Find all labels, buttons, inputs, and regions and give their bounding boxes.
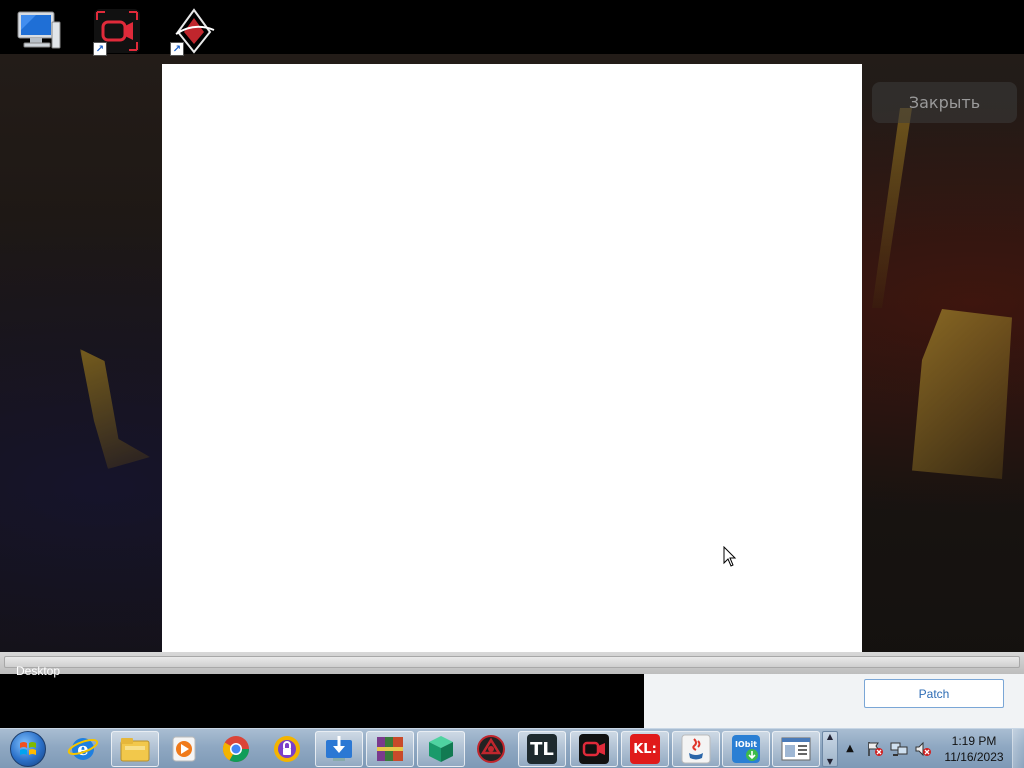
download-manager-icon[interactable] — [315, 731, 363, 767]
vpn-lock-icon[interactable] — [263, 731, 311, 767]
clock-date: 11/16/2023 — [944, 750, 1004, 764]
blank-white-panel — [162, 64, 862, 664]
network-icon[interactable] — [890, 741, 908, 757]
system-clock[interactable]: 1:19 PM 11/16/2023 — [938, 733, 1010, 765]
start-orb-icon — [10, 731, 46, 767]
file-explorer-icon[interactable] — [111, 731, 159, 767]
chevron-down-icon[interactable]: ▼ — [827, 757, 833, 766]
internet-explorer-icon[interactable]: e — [59, 731, 107, 767]
java-icon[interactable] — [672, 731, 720, 767]
screen: ↗ ↗ Закрыть Desktop Patch e TL KL: IObit… — [0, 0, 1024, 768]
backdrop-light-left — [80, 349, 150, 469]
start-button[interactable] — [4, 730, 52, 768]
clock-time: 1:19 PM — [951, 734, 997, 748]
show-desktop-button[interactable] — [1012, 729, 1024, 768]
volume-muted-icon[interactable] — [914, 741, 932, 757]
taskbar: e TL KL: IObit ▲ ▼ ▲ 1:19 PM 11/16/2023 — [0, 728, 1024, 768]
horizontal-scrollbar[interactable] — [0, 652, 1024, 674]
video-recorder-shortcut-icon[interactable]: ↗ — [93, 8, 141, 56]
mouse-cursor-icon — [723, 546, 737, 567]
iobit-icon[interactable]: IObit — [722, 731, 770, 767]
bottom-black-area — [0, 674, 644, 728]
game-booster-icon[interactable] — [467, 731, 515, 767]
window-app-icon[interactable] — [772, 731, 820, 767]
action-center-flag-icon[interactable] — [866, 741, 884, 757]
taskbar-scroll-buttons[interactable]: ▲ ▼ — [822, 731, 838, 767]
tl-launcher-icon[interactable]: TL — [518, 731, 566, 767]
svg-text:IObit: IObit — [735, 740, 757, 749]
screen-recorder-icon[interactable] — [570, 731, 618, 767]
desktop-icon-strip: ↗ ↗ — [0, 0, 1024, 56]
chrome-icon[interactable] — [212, 731, 260, 767]
rocket-game-shortcut-icon[interactable]: ↗ — [170, 8, 218, 56]
shortcut-arrow-icon: ↗ — [93, 42, 107, 56]
desktop-label: Desktop — [16, 664, 61, 678]
patch-button[interactable]: Patch — [864, 679, 1004, 708]
backdrop-light-right — [912, 309, 1012, 479]
chevron-up-icon[interactable]: ▲ — [827, 732, 833, 741]
computer-icon[interactable] — [14, 8, 62, 56]
kl-icon[interactable]: KL: — [621, 731, 669, 767]
show-hidden-icons-chevron-icon[interactable]: ▲ — [844, 741, 856, 755]
winrar-icon[interactable] — [366, 731, 414, 767]
media-player-icon[interactable] — [160, 731, 208, 767]
scrollbar-thumb[interactable] — [4, 656, 1020, 668]
close-button[interactable]: Закрыть — [872, 82, 1017, 123]
backdrop-light-right-top — [872, 108, 912, 308]
green-cube-icon[interactable] — [417, 731, 465, 767]
shortcut-arrow-icon: ↗ — [170, 42, 184, 56]
